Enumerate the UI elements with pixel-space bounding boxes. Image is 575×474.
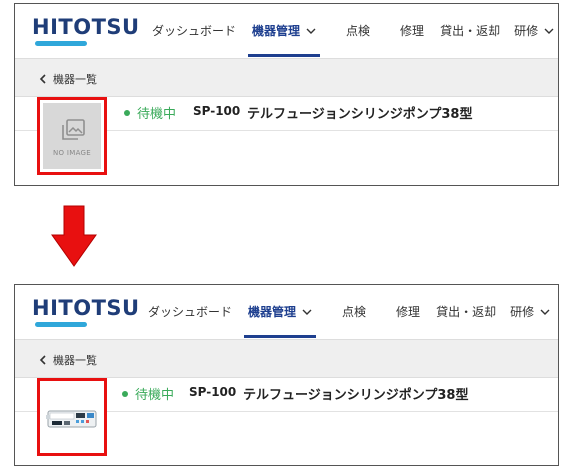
- back-link-label: 機器一覧: [53, 73, 97, 86]
- chevron-left-icon: [39, 355, 46, 365]
- nav-lending[interactable]: 貸出・返却: [440, 4, 500, 57]
- nav-inspection-label: 点検: [346, 24, 371, 38]
- nav-inspection-label: 点検: [342, 305, 367, 319]
- no-image-placeholder[interactable]: NO IMAGE: [43, 103, 101, 169]
- nav-training[interactable]: 研修: [510, 285, 550, 338]
- nav-equipment[interactable]: 機器管理: [244, 285, 317, 338]
- app-logo[interactable]: HITOTSU: [32, 296, 140, 320]
- breadcrumb-bar: 機器一覧: [15, 339, 558, 378]
- syringe-pump-device-image[interactable]: [46, 403, 98, 433]
- down-arrow-icon: [51, 205, 97, 267]
- app-logo[interactable]: HITOTSU: [32, 15, 140, 39]
- nav-dashboard-label: ダッシュボード: [148, 305, 233, 319]
- image-placeholder-icon: [62, 119, 85, 140]
- breadcrumb-bar: 機器一覧: [15, 58, 558, 97]
- chevron-down-icon: [544, 28, 554, 34]
- main-nav: ダッシュボード 機器管理 点検 修理 貸出・返却 研修: [148, 285, 550, 338]
- nav-training-label: 研修: [510, 305, 535, 319]
- logo-underline: [35, 322, 87, 327]
- nav-repair-label: 修理: [400, 24, 425, 38]
- thumbnail-highlight: NO IMAGE: [37, 97, 107, 175]
- equipment-code: SP-100: [189, 385, 237, 399]
- nav-inspection[interactable]: 点検: [346, 4, 370, 57]
- nav-repair[interactable]: 修理: [400, 4, 424, 57]
- nav-lending-label: 貸出・返却: [440, 24, 501, 38]
- status-label: 待機中: [137, 107, 177, 122]
- app-header: HITOTSU ダッシュボード 機器管理 点検 修理 貸出・返却 研修: [15, 285, 558, 338]
- back-link[interactable]: 機器一覧: [39, 71, 97, 87]
- nav-repair-label: 修理: [396, 305, 421, 319]
- chevron-down-icon: [540, 309, 550, 315]
- nav-inspection[interactable]: 点検: [342, 285, 366, 338]
- nav-dashboard[interactable]: ダッシュボード: [148, 285, 232, 338]
- before-screen: HITOTSU ダッシュボード 機器管理 点検 修理 貸出・返却 研修 機器一覧…: [14, 3, 559, 186]
- nav-lending-label: 貸出・返却: [436, 305, 497, 319]
- nav-equipment[interactable]: 機器管理: [248, 4, 321, 57]
- equipment-name: テルフュージョンシリンジポンプ38型: [247, 107, 473, 122]
- status-badge: 待機中: [122, 384, 174, 403]
- chevron-left-icon: [39, 74, 46, 84]
- nav-equipment-label: 機器管理: [252, 24, 301, 38]
- nav-dashboard[interactable]: ダッシュボード: [152, 4, 236, 57]
- status-dot-icon: [122, 390, 128, 397]
- nav-training[interactable]: 研修: [514, 4, 554, 57]
- nav-dashboard-label: ダッシュボード: [152, 24, 237, 38]
- nav-equipment-label: 機器管理: [248, 305, 297, 319]
- equipment-code: SP-100: [193, 104, 241, 118]
- main-nav: ダッシュボード 機器管理 点検 修理 貸出・返却 研修: [152, 4, 554, 57]
- status-label: 待機中: [135, 388, 175, 403]
- after-screen: HITOTSU ダッシュボード 機器管理 点検 修理 貸出・返却 研修 機器一覧…: [14, 284, 559, 466]
- back-link[interactable]: 機器一覧: [39, 352, 97, 368]
- status-badge: 待機中: [124, 103, 176, 122]
- chevron-down-icon: [302, 309, 312, 315]
- chevron-down-icon: [306, 28, 316, 34]
- nav-lending[interactable]: 貸出・返却: [436, 285, 496, 338]
- logo-underline: [35, 41, 87, 46]
- nav-training-label: 研修: [514, 24, 539, 38]
- status-dot-icon: [124, 109, 130, 116]
- no-image-label: NO IMAGE: [53, 149, 91, 157]
- nav-repair[interactable]: 修理: [396, 285, 420, 338]
- thumbnail-highlight: [37, 378, 107, 456]
- back-link-label: 機器一覧: [53, 354, 97, 367]
- app-header: HITOTSU ダッシュボード 機器管理 点検 修理 貸出・返却 研修: [15, 4, 558, 57]
- equipment-name: テルフュージョンシリンジポンプ38型: [243, 388, 469, 403]
